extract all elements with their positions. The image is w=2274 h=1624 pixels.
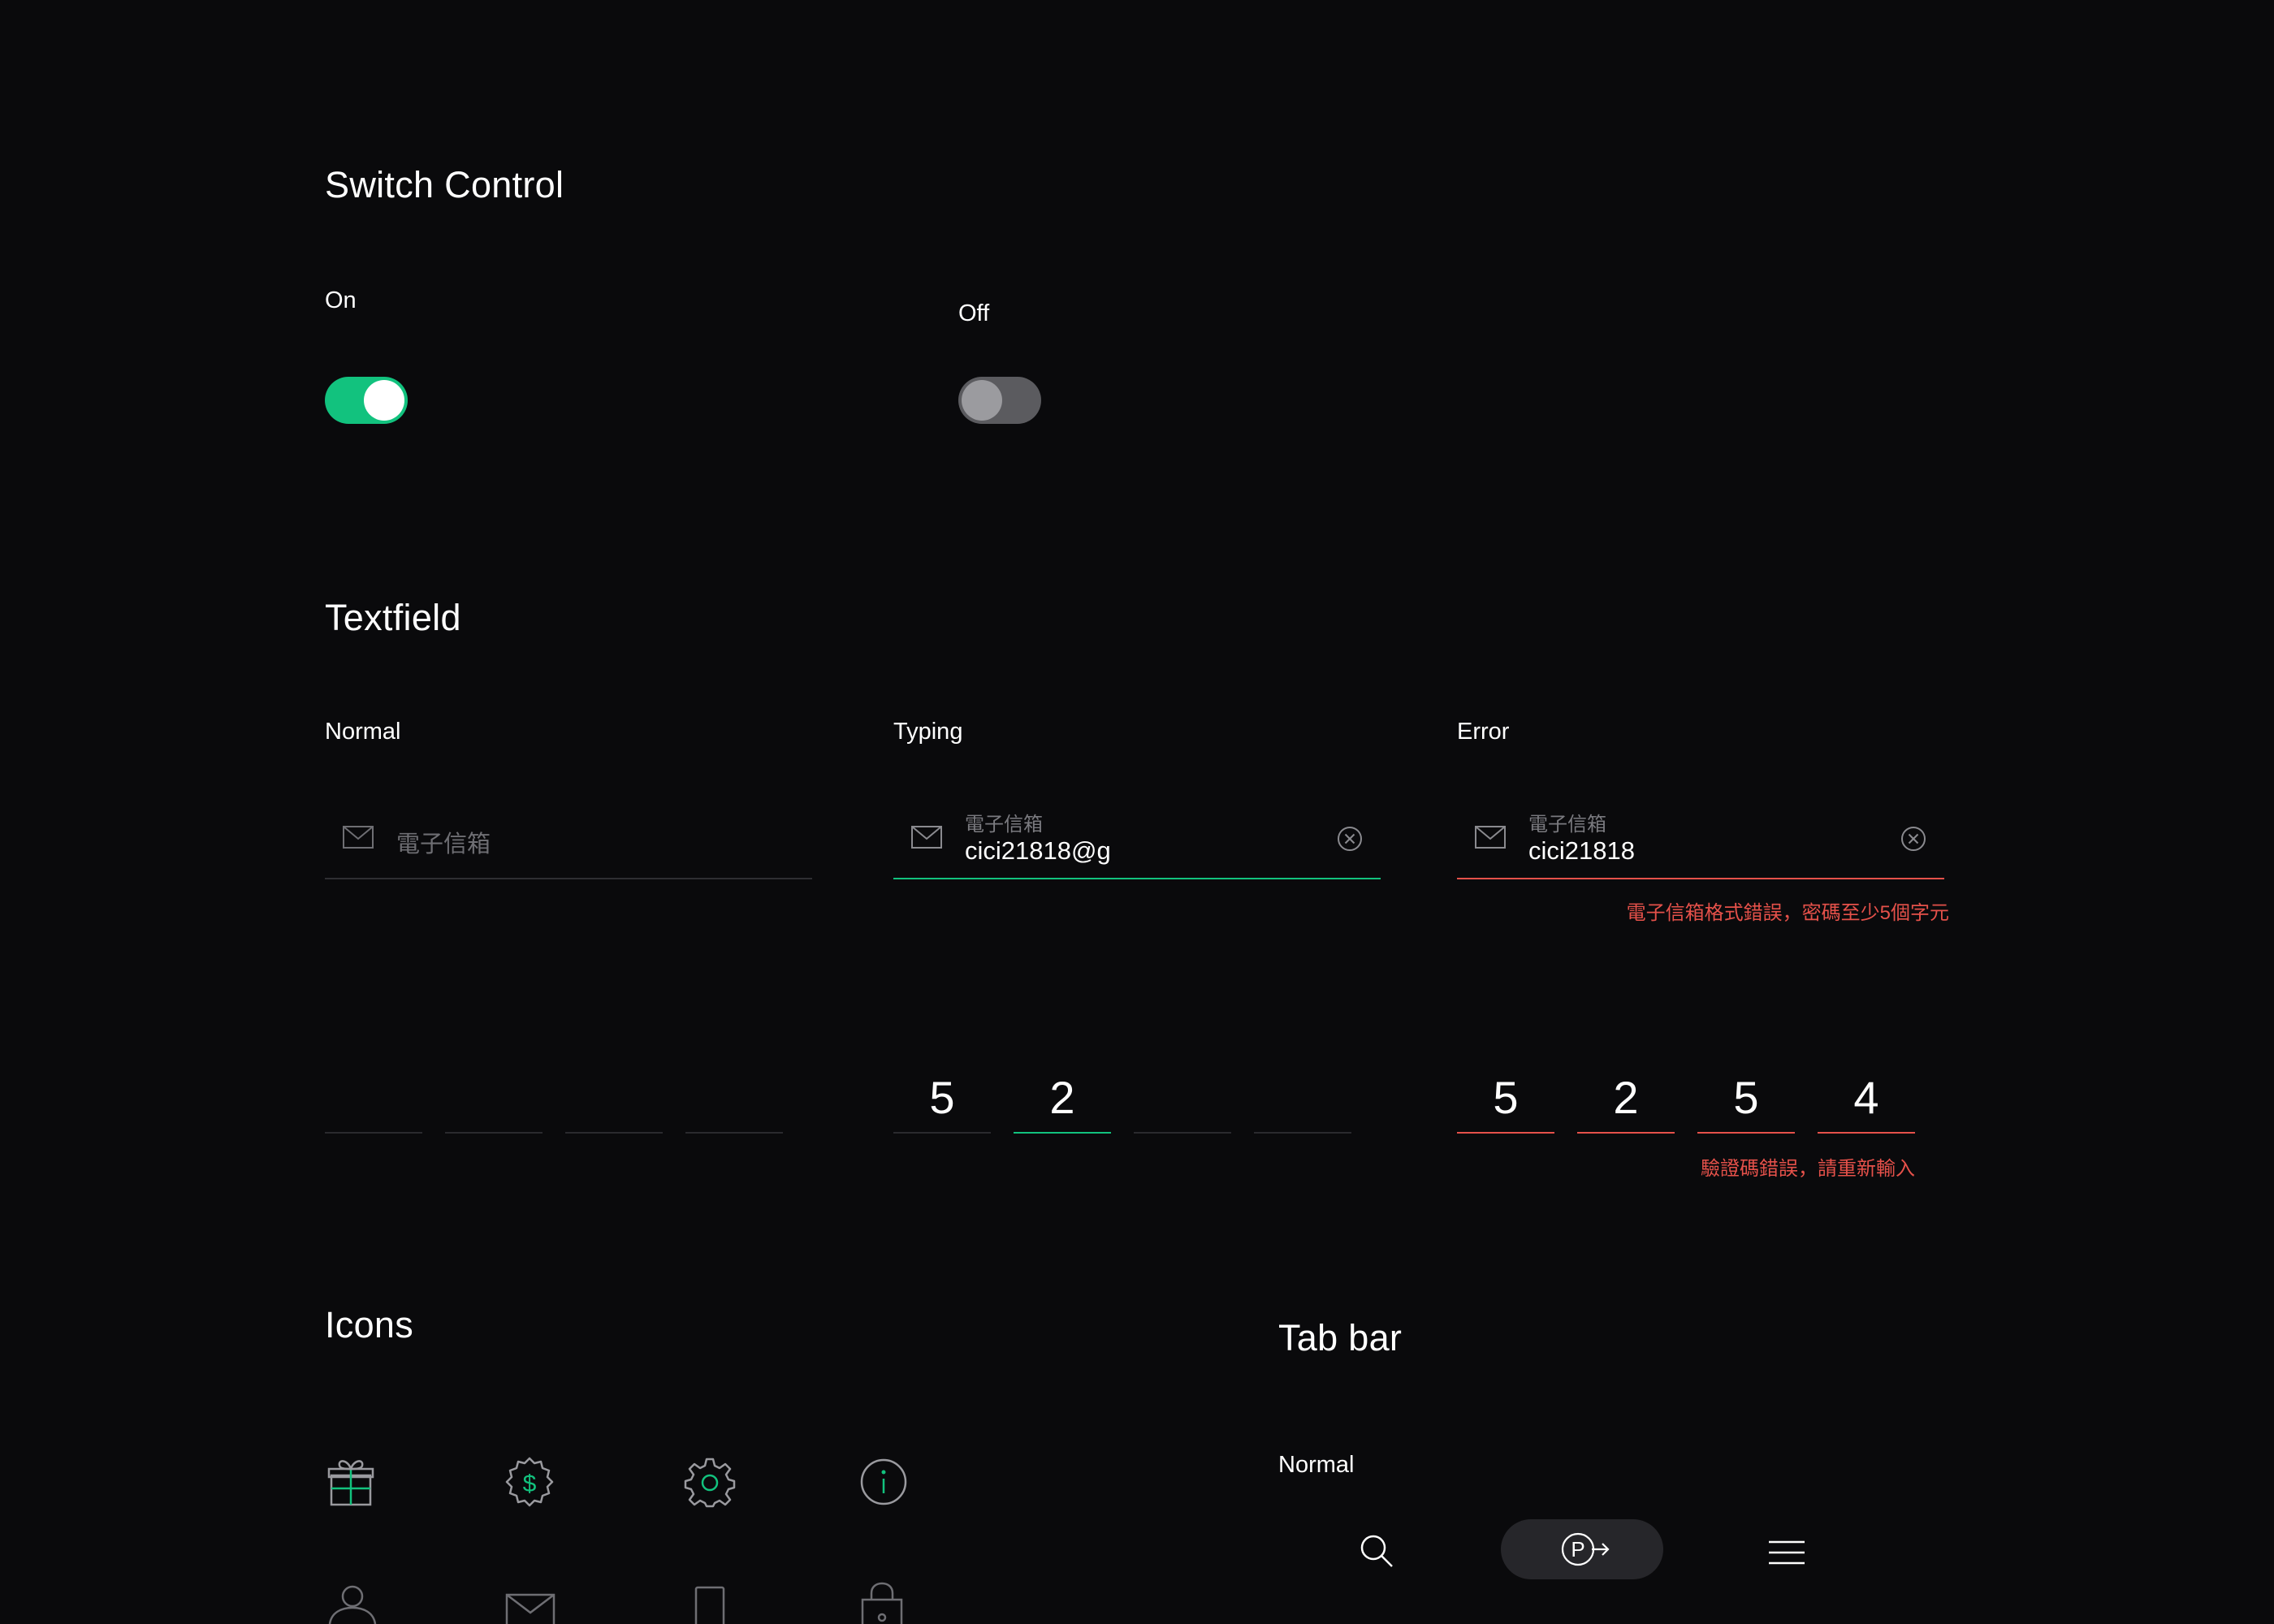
switch-off-toggle[interactable] [958,377,1041,424]
code-underline [1014,1132,1111,1134]
code-digit: 4 [1853,1072,1879,1123]
icons-title: Icons [325,1304,414,1345]
code-box[interactable] [685,1069,783,1134]
code-underline [445,1132,543,1134]
code-underline [1134,1132,1231,1134]
code-box[interactable]: 5 [893,1069,991,1134]
parking-exit-icon: P [1561,1532,1610,1566]
field-underline [325,878,812,879]
code-box[interactable]: 4 [1818,1069,1915,1134]
code-box[interactable]: 5 [1457,1069,1554,1134]
switch-knob [962,380,1002,421]
code-digit: 2 [1049,1072,1075,1123]
code-box[interactable]: 2 [1577,1069,1675,1134]
switch-on-toggle[interactable] [325,377,408,424]
email-value: cici21818@g [965,836,1111,865]
switch-on-label: On [325,287,357,313]
info-icon [859,1458,908,1506]
code-underline [1254,1132,1351,1134]
code-box[interactable] [1134,1069,1231,1134]
svg-text:P: P [1571,1537,1584,1561]
code-box[interactable] [565,1069,663,1134]
switch-control-title: Switch Control [325,164,564,205]
mail-icon [911,826,942,849]
code-box[interactable] [325,1069,422,1134]
textfield-error-label: Error [1457,719,1510,745]
code-underline [325,1132,422,1134]
code-digit: 5 [1493,1072,1519,1123]
gift-icon [326,1456,375,1508]
code-underline [1457,1132,1554,1134]
menu-icon[interactable] [1769,1540,1805,1565]
code-box[interactable]: 5 [1697,1069,1795,1134]
code-digit: 2 [1613,1072,1639,1123]
email-float-label: 電子信箱 [965,814,1043,836]
clear-icon[interactable] [1900,826,1926,852]
lock-icon [859,1582,905,1624]
tabbar-title: Tab bar [1278,1317,1403,1358]
svg-text:$: $ [523,1471,537,1497]
tabbar-normal-label: Normal [1278,1452,1355,1478]
code-input-normal [325,1069,783,1134]
code-underline [1818,1132,1915,1134]
code-underline [565,1132,663,1134]
mail-icon [1475,826,1506,849]
mail-icon [505,1593,556,1624]
code-error-message: 驗證碼錯誤，請重新輸入 [1701,1158,1915,1180]
email-field-typing[interactable]: 電子信箱 cici21818@g [893,790,1381,879]
search-icon[interactable] [1359,1533,1394,1569]
textfield-normal-label: Normal [325,719,401,745]
field-underline-active [893,878,1381,879]
textfield-typing-label: Typing [893,719,963,745]
code-digit: 5 [929,1072,955,1123]
dollar-badge-icon: $ [502,1456,557,1511]
gear-icon [684,1456,736,1508]
code-box[interactable] [1254,1069,1351,1134]
tab-parking-exit-active[interactable]: P [1501,1519,1663,1579]
code-underline [893,1132,991,1134]
email-field-error[interactable]: 電子信箱 cici21818 [1457,790,1944,879]
email-field-normal[interactable]: 電子信箱 [325,790,812,879]
field-underline-error [1457,878,1944,879]
code-digit: 5 [1733,1072,1759,1123]
code-box[interactable] [445,1069,543,1134]
code-underline [685,1132,783,1134]
code-input-error: 5 2 5 4 [1457,1069,1915,1134]
user-icon [326,1585,378,1624]
code-underline [1697,1132,1795,1134]
code-input-typing: 5 2 [893,1069,1351,1134]
clear-icon[interactable] [1337,826,1363,852]
email-error-message: 電子信箱格式錯誤，密碼至少5個字元 [1626,902,1949,924]
email-float-label: 電子信箱 [1528,814,1606,836]
email-placeholder: 電子信箱 [396,831,491,857]
email-value: cici21818 [1528,836,1635,865]
phone-icon [694,1586,726,1624]
textfield-title: Textfield [325,597,461,638]
code-box-active[interactable]: 2 [1014,1069,1111,1134]
code-underline [1577,1132,1675,1134]
switch-off-label: Off [958,300,990,326]
mail-icon [343,826,374,849]
switch-knob [364,380,404,421]
